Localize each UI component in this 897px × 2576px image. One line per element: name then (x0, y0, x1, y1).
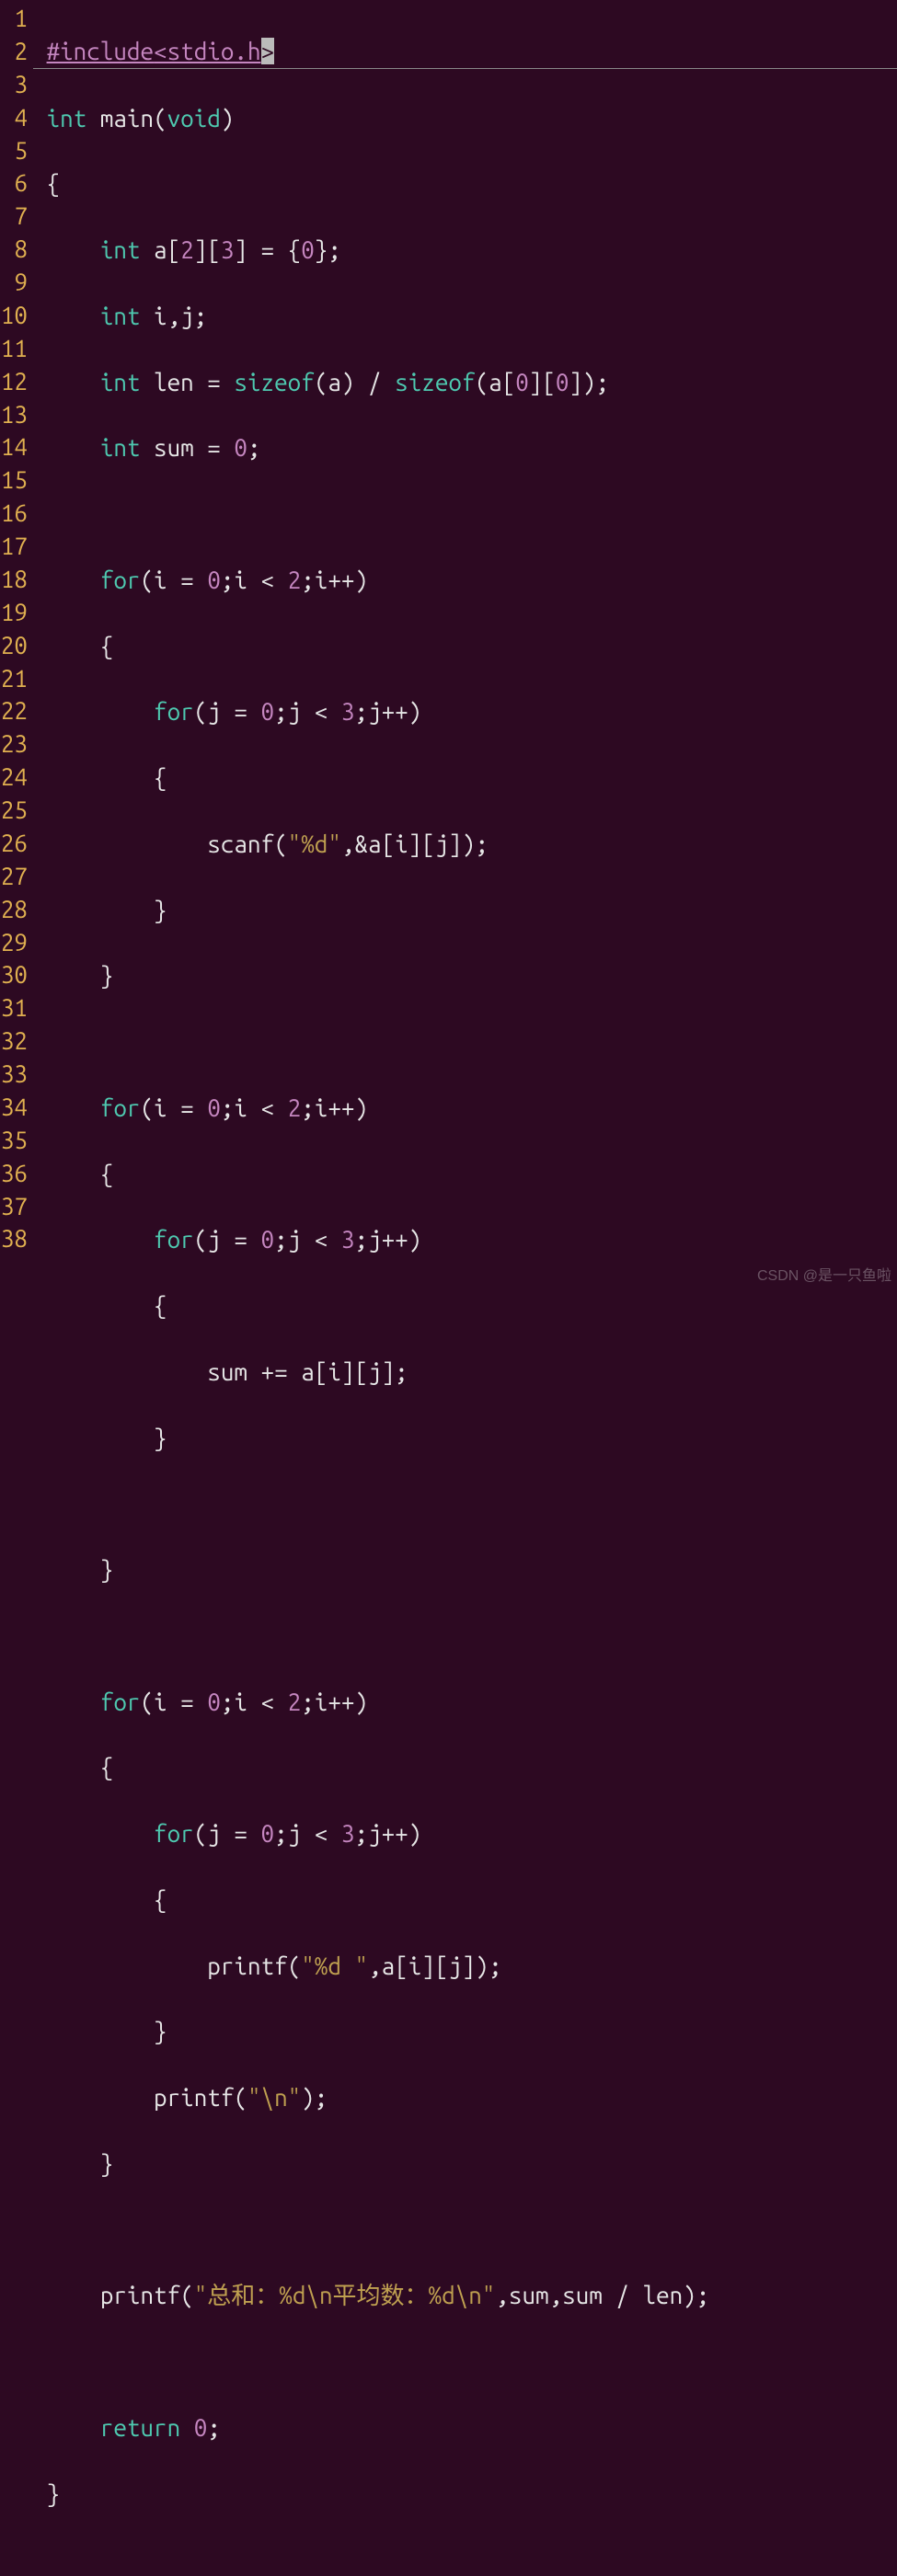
line-number: 8 (0, 233, 33, 266)
line-number: 5 (0, 134, 33, 167)
line-number: 32 (0, 1025, 33, 1058)
line-number: 36 (0, 1157, 33, 1190)
line-number: 14 (0, 430, 33, 464)
line-number: 1 (0, 2, 33, 35)
line-number: 11 (0, 332, 33, 365)
line-number: 2 (0, 35, 33, 68)
line-number: 20 (0, 629, 33, 662)
line-number: 37 (0, 1190, 33, 1223)
line-number: 21 (0, 662, 33, 695)
line-number: 7 (0, 200, 33, 233)
watermark: CSDN @是一只鱼啦 (757, 1266, 891, 1287)
line-number: 3 (0, 68, 33, 101)
line-number-gutter: 1 2 3 4 5 6 7 8 9 10 11 12 13 14 15 16 1… (0, 2, 33, 2576)
line-number: 22 (0, 694, 33, 727)
line-number: 9 (0, 266, 33, 299)
line-number: 15 (0, 464, 33, 497)
line-number: 16 (0, 497, 33, 530)
line-number: 25 (0, 794, 33, 827)
code-area[interactable]: #include<stdio.h> int main(void) { int a… (33, 2, 897, 2576)
line-number: 18 (0, 563, 33, 596)
line-number: 10 (0, 299, 33, 332)
line-number: 30 (0, 958, 33, 991)
line-number: 34 (0, 1091, 33, 1124)
line-number: 17 (0, 530, 33, 563)
line-number: 35 (0, 1124, 33, 1157)
line-number: 29 (0, 926, 33, 959)
line-number: 13 (0, 398, 33, 431)
line-number: 19 (0, 596, 33, 629)
line-number: 28 (0, 893, 33, 926)
line-number: 6 (0, 166, 33, 200)
line-number: 24 (0, 761, 33, 794)
line-number: 26 (0, 827, 33, 860)
line-number: 31 (0, 991, 33, 1025)
code-editor: 1 2 3 4 5 6 7 8 9 10 11 12 13 14 15 16 1… (0, 0, 897, 2576)
line-number: 33 (0, 1058, 33, 1091)
line-number: 38 (0, 1222, 33, 1255)
line-number: 23 (0, 727, 33, 761)
line-number: 12 (0, 365, 33, 398)
line-number: 4 (0, 101, 33, 134)
line-number: 27 (0, 860, 33, 893)
